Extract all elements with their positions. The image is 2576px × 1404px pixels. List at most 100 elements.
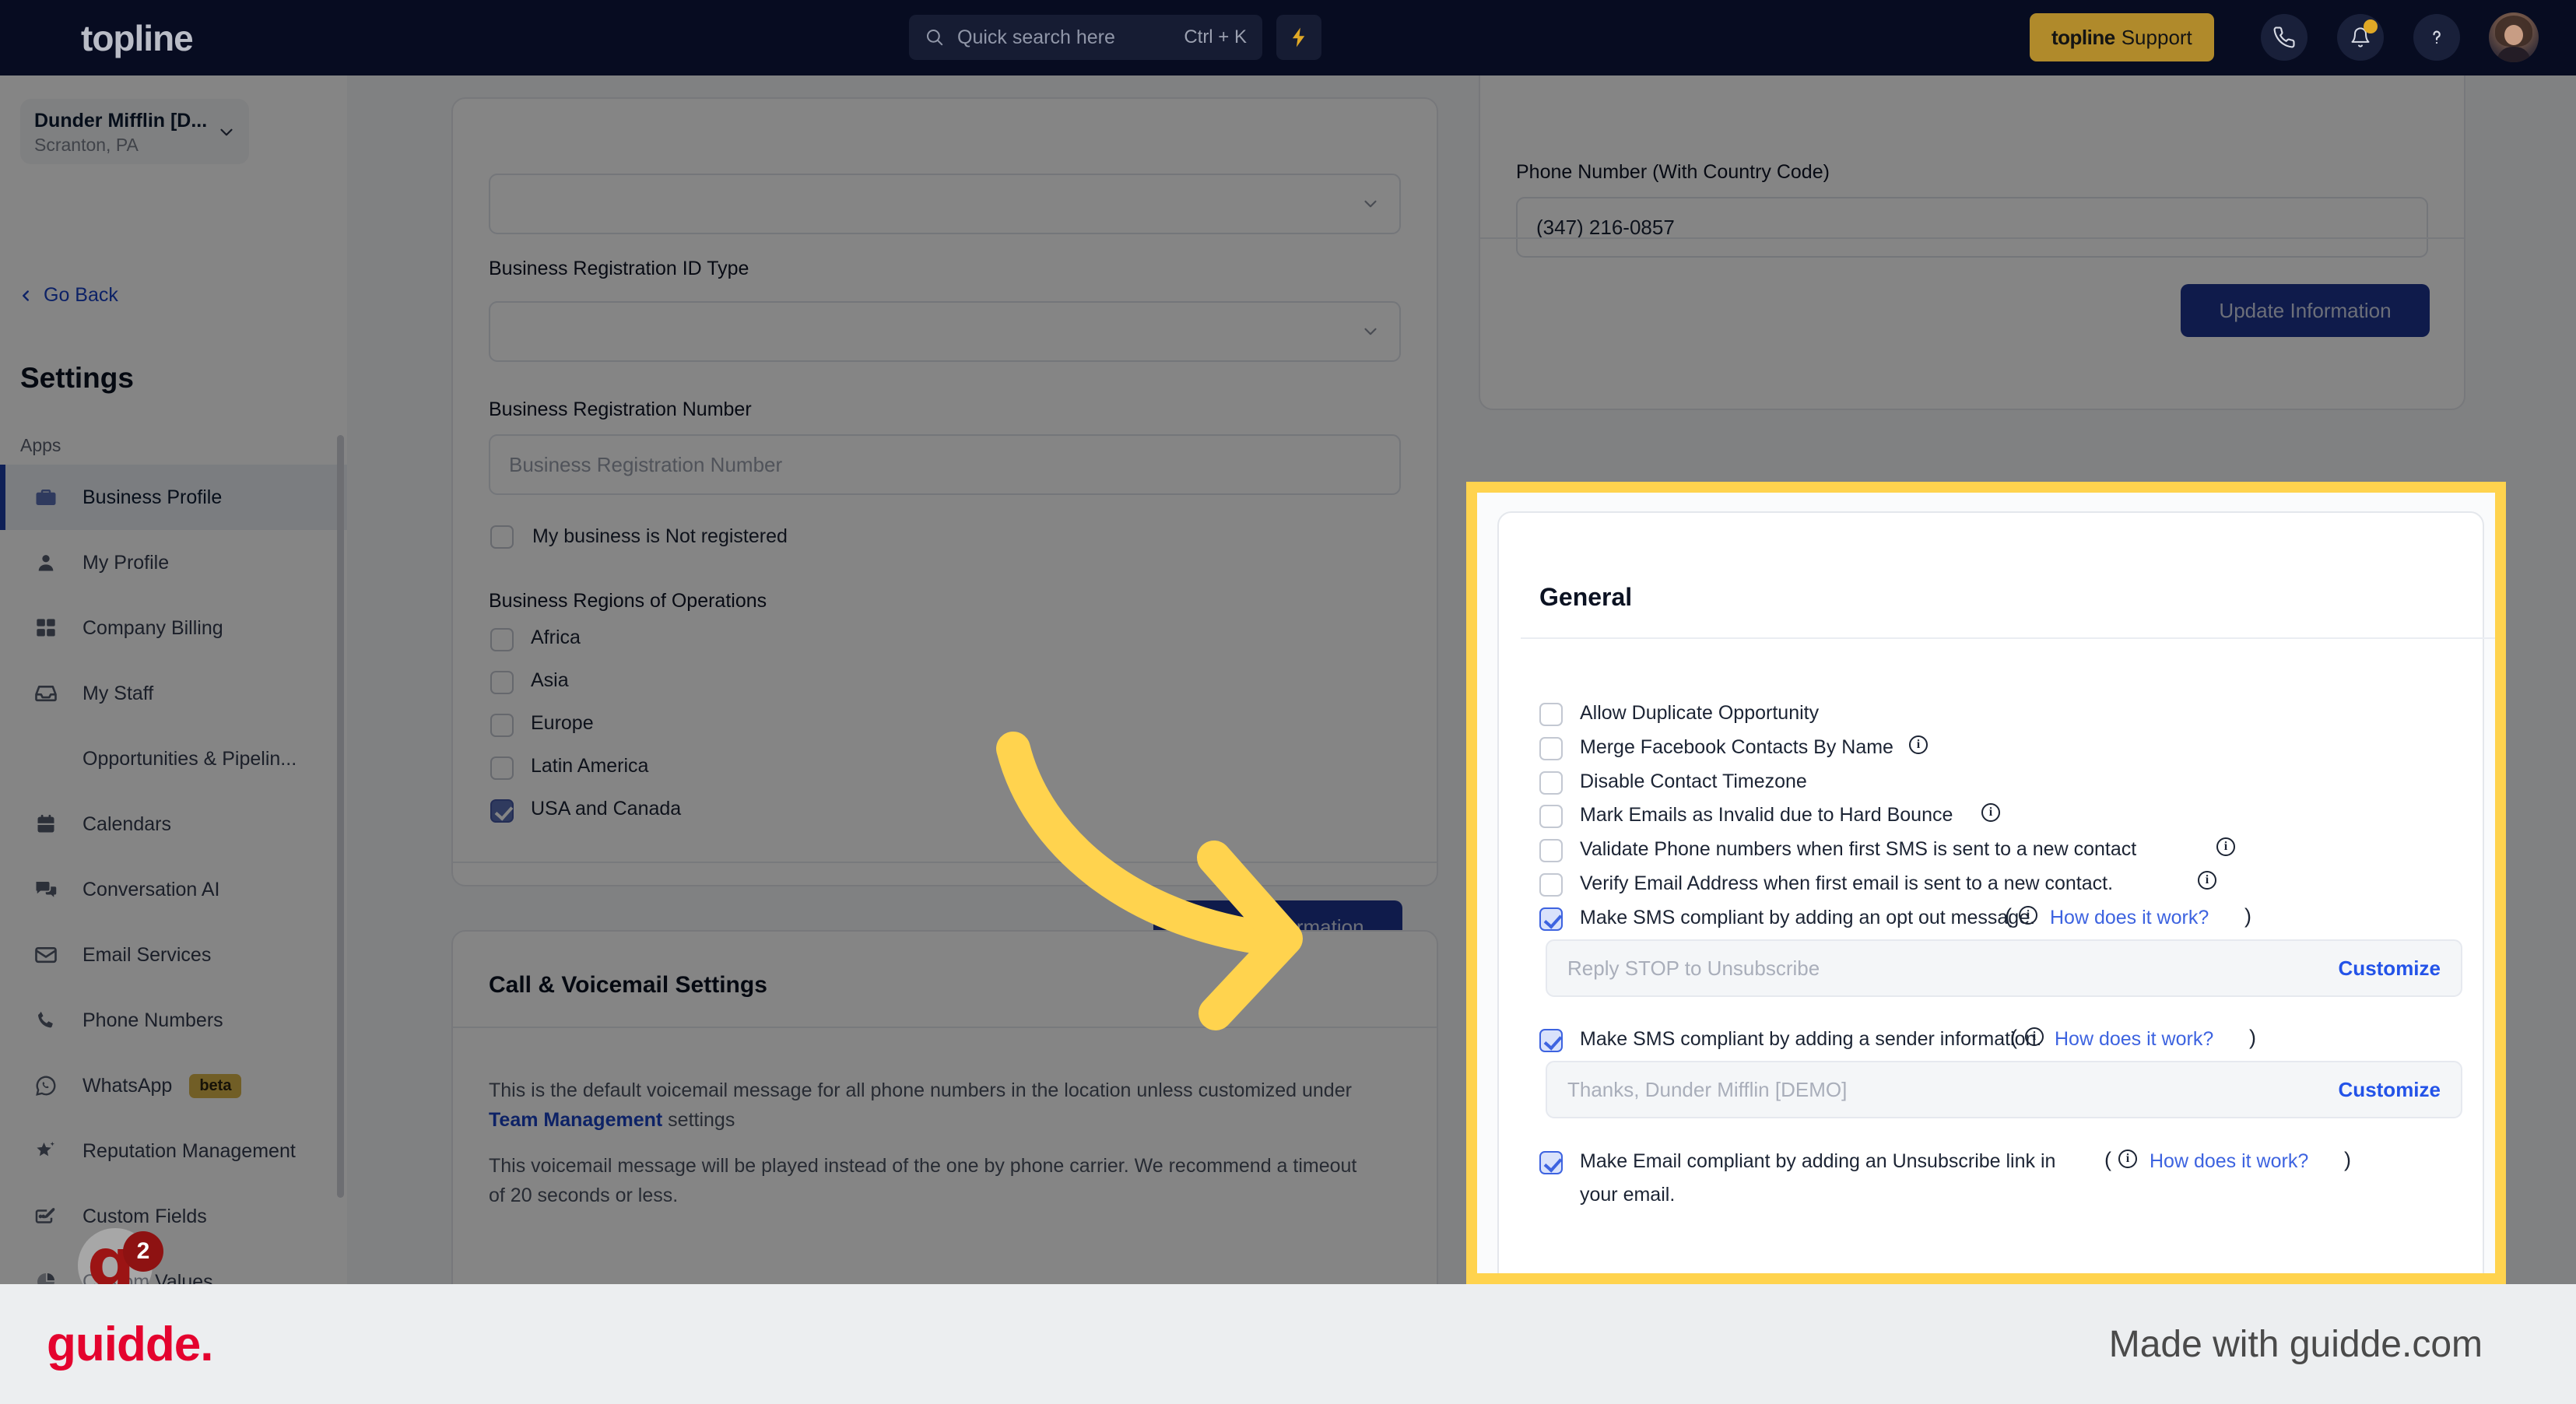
sidebar-item-opportunities-pipelines[interactable]: Opportunities & Pipelin... (0, 726, 347, 792)
phone-icon (33, 1007, 59, 1034)
general-settings-card: General Allow Duplicate Opportunity Merg… (1497, 511, 2495, 1273)
sidebar-item-business-profile[interactable]: Business Profile (0, 465, 347, 530)
region-checkbox-latin-america[interactable] (490, 756, 514, 780)
sidebar-item-label: Conversation AI (82, 878, 220, 900)
go-back-button[interactable]: Go Back (17, 284, 118, 307)
checkbox-mark-emails-invalid[interactable] (1539, 805, 1563, 828)
close-paren: ) (2244, 904, 2251, 928)
pipeline-icon (33, 746, 59, 772)
calculator-icon (33, 615, 59, 641)
chevron-down-icon (220, 128, 233, 136)
info-icon[interactable]: i (2118, 1150, 2137, 1168)
question-mark-icon[interactable] (2413, 14, 2460, 61)
voicemail-desc-after: settings (662, 1109, 735, 1132)
region-label-asia: Asia (531, 669, 569, 691)
lightning-bolt-icon[interactable] (1276, 15, 1321, 60)
sidebar-item-calendars[interactable]: Calendars (0, 792, 347, 857)
sidebar-item-company-billing[interactable]: Company Billing (0, 595, 347, 661)
region-label-africa: Africa (531, 627, 581, 648)
location-selector[interactable]: Dunder Mifflin [D... Scranton, PA (20, 99, 249, 164)
checkbox-email-unsubscribe-link[interactable] (1539, 1151, 1563, 1174)
business-type-select[interactable] (489, 174, 1401, 234)
voicemail-description-2: This voicemail message will be played in… (489, 1155, 1357, 1207)
info-icon[interactable]: i (1981, 803, 2000, 822)
checkbox-validate-phone-numbers[interactable] (1539, 839, 1563, 862)
chat-bubbles-icon (33, 876, 59, 903)
briefcase-icon (33, 484, 59, 511)
checkbox-merge-facebook-contacts[interactable] (1539, 737, 1563, 760)
checkbox-sms-sender-information[interactable] (1539, 1029, 1563, 1052)
phone-number-label: Phone Number (With Country Code) (1516, 161, 1830, 183)
beta-badge: beta (189, 1073, 242, 1098)
sender-information-placeholder: Thanks, Dunder Mifflin [DEMO] (1567, 1077, 1848, 1101)
region-label-europe: Europe (531, 712, 594, 734)
how-does-it-work-link-email[interactable]: How does it work? (2150, 1150, 2308, 1173)
card-divider (453, 1027, 1437, 1028)
sidebar-item-reputation-management[interactable]: Reputation Management (0, 1118, 347, 1184)
business-registration-number-input[interactable]: Business Registration Number (489, 434, 1401, 495)
opt-out-message-input[interactable]: Reply STOP to Unsubscribe Customize (1546, 939, 2462, 997)
sidebar-item-my-staff[interactable]: My Staff (0, 661, 347, 726)
business-registration-id-type-select[interactable] (489, 301, 1401, 362)
info-icon[interactable]: i (2216, 837, 2235, 856)
sidebar-item-label: Company Billing (82, 616, 223, 639)
voicemail-description-1: This is the default voicemail message fo… (489, 1076, 1360, 1135)
open-paren: ( (2104, 1148, 2111, 1171)
region-checkbox-africa[interactable] (490, 628, 514, 651)
info-icon[interactable]: i (2019, 906, 2037, 925)
how-does-it-work-link-sms-sender[interactable]: How does it work? (2055, 1028, 2213, 1051)
checkbox-disable-contact-timezone[interactable] (1539, 771, 1563, 795)
card-divider (453, 862, 1437, 863)
bell-icon[interactable] (2337, 14, 2384, 61)
label-sms-sender-information: Make SMS compliant by adding a sender in… (1580, 1028, 2042, 1050)
customize-button-sender[interactable]: Customize (2339, 1078, 2441, 1102)
search-icon (926, 29, 943, 46)
notification-dot (2364, 19, 2378, 33)
avatar[interactable] (2489, 12, 2539, 62)
info-icon[interactable]: i (2025, 1027, 2044, 1046)
customize-button-opt-out[interactable]: Customize (2339, 956, 2441, 981)
region-checkbox-usa-canada[interactable] (490, 799, 514, 823)
label-mark-emails-invalid: Mark Emails as Invalid due to Hard Bounc… (1580, 804, 1953, 826)
team-management-link[interactable]: Team Management (489, 1109, 662, 1131)
avatar-face (2504, 25, 2523, 45)
sidebar-item-label: My Profile (82, 551, 170, 574)
call-voicemail-title: Call & Voicemail Settings (489, 972, 767, 998)
sidebar-scrollbar[interactable] (337, 435, 344, 1198)
topline-logo[interactable]: topline (81, 17, 194, 59)
sidebar-item-phone-numbers[interactable]: Phone Numbers (0, 988, 347, 1053)
sidebar-item-my-profile[interactable]: My Profile (0, 530, 347, 595)
sender-information-input[interactable]: Thanks, Dunder Mifflin [DEMO] Customize (1546, 1061, 2462, 1118)
person-icon (33, 549, 59, 576)
label-allow-duplicate-opportunity: Allow Duplicate Opportunity (1580, 702, 1820, 724)
sidebar-item-label: Business Profile (82, 486, 223, 508)
opt-out-message-placeholder: Reply STOP to Unsubscribe (1567, 956, 1820, 980)
general-panel-title: General (1539, 583, 1633, 611)
open-paren: ( (2005, 904, 2012, 928)
chevron-down-icon (1364, 328, 1377, 335)
checkbox-allow-duplicate-opportunity[interactable] (1539, 703, 1563, 726)
how-does-it-work-link-sms-optout[interactable]: How does it work? (2050, 907, 2209, 929)
business-registration-number-label: Business Registration Number (489, 398, 752, 420)
sidebar-item-conversation-ai[interactable]: Conversation AI (0, 857, 347, 922)
update-information-button-right[interactable]: Update Information (2181, 284, 2430, 337)
phone-number-input[interactable]: (347) 216-0857 (1516, 197, 2428, 258)
not-registered-checkbox[interactable] (490, 525, 514, 549)
info-icon[interactable]: i (2198, 871, 2216, 890)
region-checkbox-europe[interactable] (490, 714, 514, 737)
quick-search-input[interactable]: Quick search here Ctrl + K (909, 15, 1262, 60)
info-icon[interactable]: i (1909, 735, 1928, 754)
topline-support-button[interactable]: topline Support (2030, 13, 2214, 61)
label-verify-email-address: Verify Email Address when first email is… (1580, 872, 2114, 894)
checkbox-verify-email-address[interactable] (1539, 873, 1563, 897)
region-checkbox-asia[interactable] (490, 671, 514, 694)
label-disable-contact-timezone: Disable Contact Timezone (1580, 770, 1807, 792)
sidebar-item-label: WhatsApp (82, 1074, 173, 1097)
sidebar-item-email-services[interactable]: Email Services (0, 922, 347, 988)
general-settings-highlight: General Allow Duplicate Opportunity Merg… (1466, 482, 2506, 1284)
checkbox-sms-opt-out-message[interactable] (1539, 907, 1563, 931)
pencil-field-icon (33, 1203, 59, 1230)
sidebar-item-whatsapp[interactable]: WhatsApp beta (0, 1053, 347, 1118)
phone-icon[interactable] (2261, 14, 2308, 61)
chevron-down-icon (1364, 200, 1377, 208)
